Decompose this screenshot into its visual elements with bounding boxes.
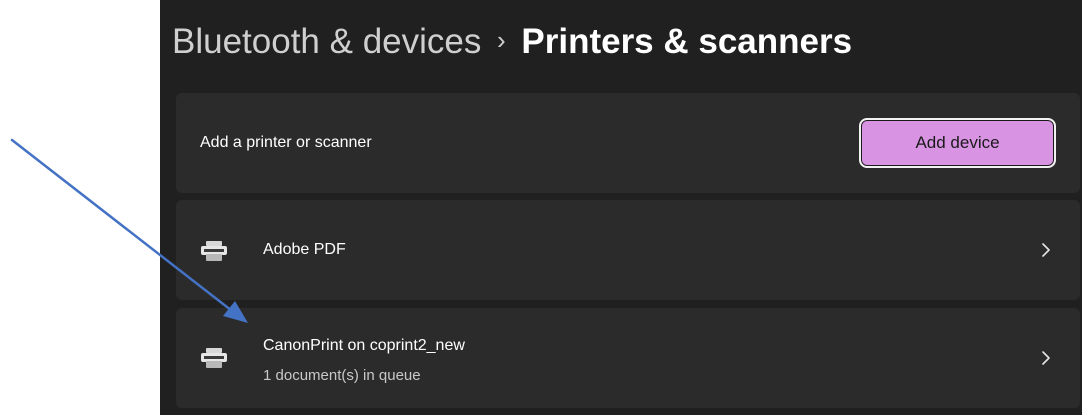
breadcrumb-separator-icon: › [497, 24, 506, 55]
chevron-right-icon [1042, 351, 1050, 365]
printer-status: 1 document(s) in queue [263, 367, 421, 384]
page-title: Printers & scanners [521, 22, 853, 61]
printer-name: CanonPrint on coprint2_new [263, 337, 465, 354]
printer-item-canonprint[interactable]: CanonPrint on coprint2_new 1 document(s)… [176, 308, 1080, 408]
add-printer-card: Add a printer or scanner Add device [176, 93, 1080, 193]
add-printer-label: Add a printer or scanner [200, 134, 372, 151]
printer-icon [201, 241, 227, 261]
breadcrumb-parent-link[interactable]: Bluetooth & devices [172, 22, 481, 62]
add-device-button[interactable]: Add device [859, 118, 1056, 168]
printer-icon [201, 348, 227, 368]
printer-name: Adobe PDF [263, 241, 346, 258]
settings-panel: Bluetooth & devices › Printers & scanner… [160, 0, 1082, 415]
printer-item-adobe-pdf[interactable]: Adobe PDF [176, 200, 1080, 300]
breadcrumb: Bluetooth & devices › Printers & scanner… [172, 14, 852, 70]
chevron-right-icon [1042, 243, 1050, 257]
